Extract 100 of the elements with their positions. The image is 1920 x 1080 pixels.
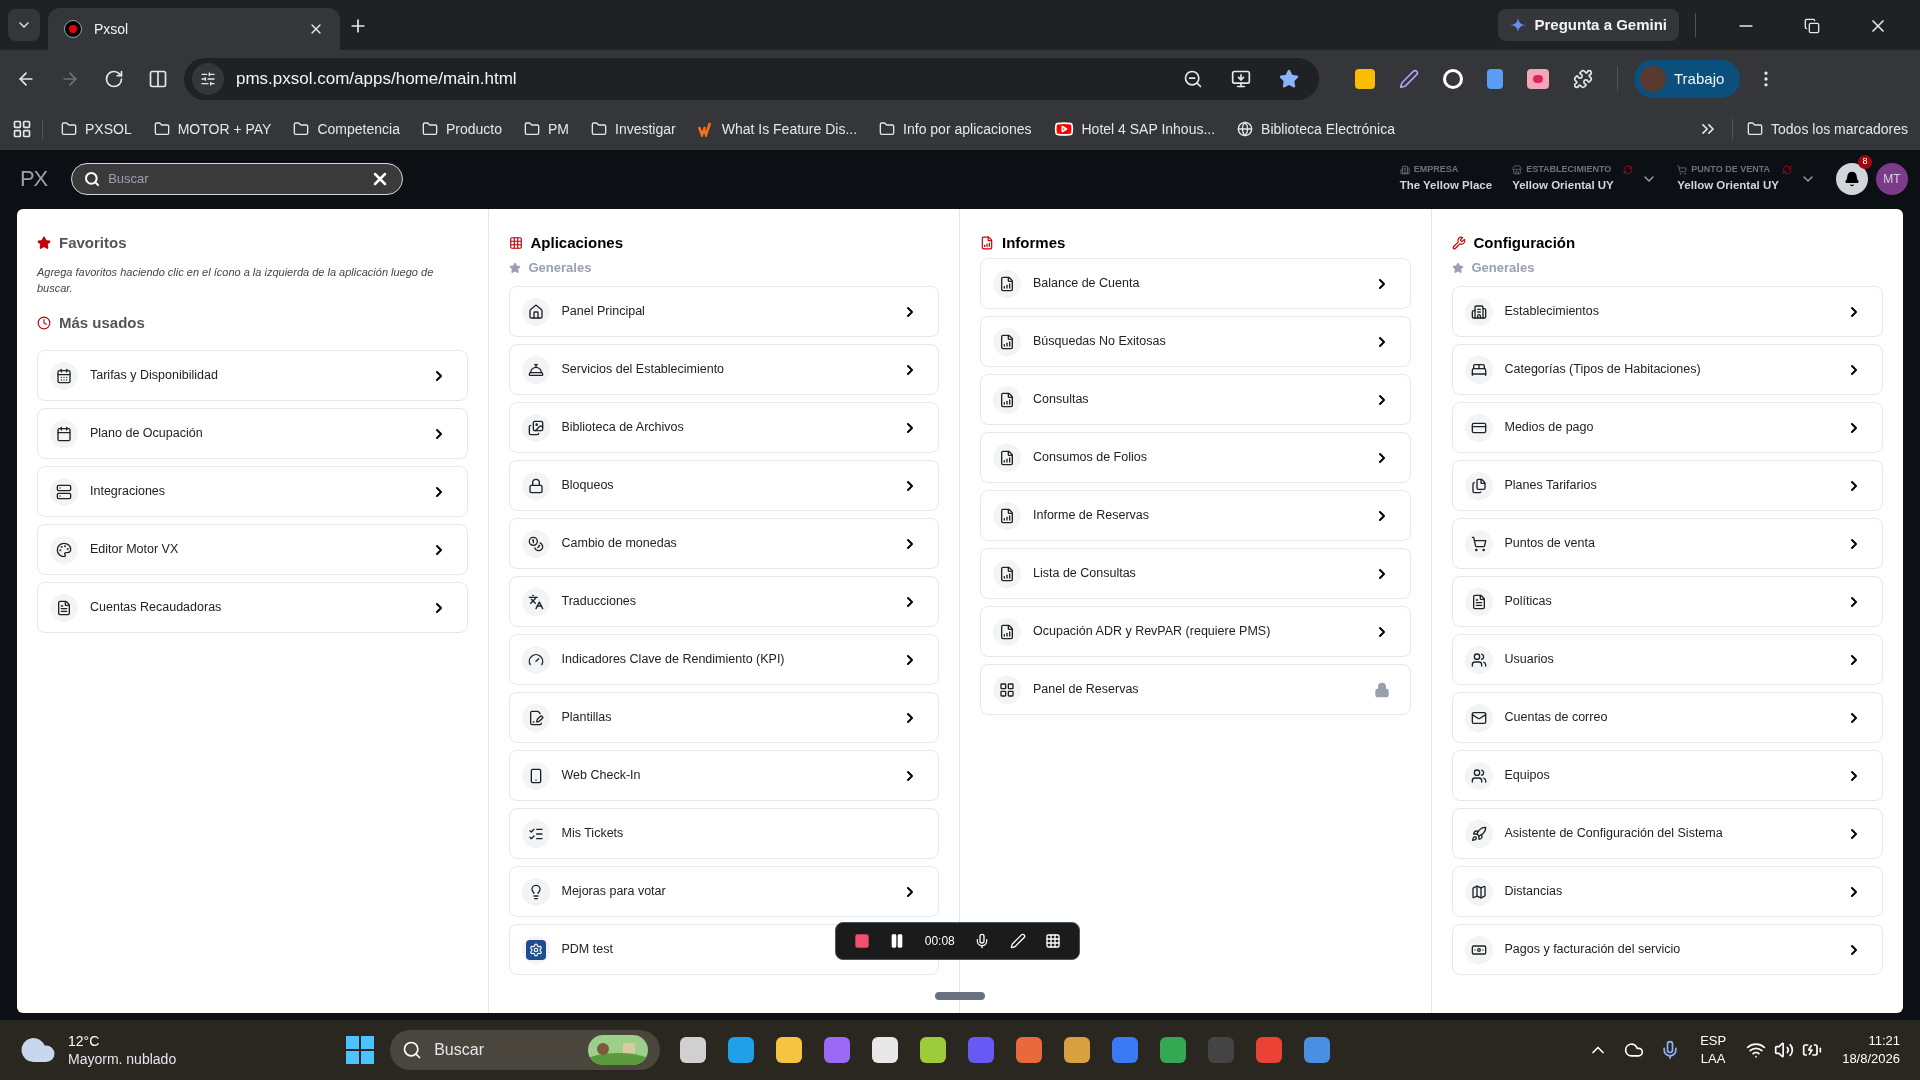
menu-item[interactable]: Asistente de Configuración del Sistema [1451,808,1883,859]
search-field[interactable]: Buscar [108,168,363,189]
app-icon[interactable] [872,1037,899,1063]
menu-item[interactable]: Pagos y facturación del servicio [1451,924,1883,975]
menu-item[interactable]: Bloqueos [508,460,939,511]
profile-button[interactable]: Trabajo [1634,60,1741,98]
palette-icon [56,541,72,558]
menu-item[interactable]: Integraciones [37,466,468,517]
bookmark[interactable]: Hotel 4 SAP Inhous... [1045,115,1224,143]
search-bar[interactable]: Buscar [71,162,404,195]
menu-item[interactable]: Categorías (Tipos de Habitaciones) [1451,344,1883,395]
item-label: Indicadores Clave de Rendimiento (KPI) [561,651,785,669]
bookmark[interactable]: PM [516,115,577,143]
grid-icon [508,236,523,250]
menu-item[interactable]: Tarifas y Disponibilidad [37,350,468,401]
menu-item[interactable]: Planes Tarifarios [1451,460,1883,511]
bookmark[interactable]: Todos los marcadores [1747,115,1908,143]
start-icon[interactable] [346,1036,375,1064]
menu-item[interactable]: Puntos de venta [1451,518,1883,569]
menu-item[interactable]: Distancias [1451,866,1883,917]
menu-item[interactable]: Panel de Reservas [980,664,1411,715]
split-view-icon[interactable] [148,69,168,89]
reload-icon[interactable] [104,69,124,89]
bookmark[interactable]: What Is Feature Dis... [689,115,866,143]
menu-item[interactable]: Biblioteca de Archivos [508,402,939,453]
app-icon[interactable] [680,1037,707,1063]
volume-icon[interactable] [1774,1040,1795,1060]
favorites-hint: Agrega favoritos haciendo clic en el ícono a la izquierda de la aplicación luego de buscar. [37,265,435,296]
app-icon[interactable] [1160,1037,1187,1063]
drag-handle[interactable] [935,992,985,1000]
site-settings-icon[interactable] [200,71,216,87]
stop-icon[interactable] [853,933,870,949]
menu-item[interactable]: Informe de Reservas [980,490,1411,541]
item-label: Mis Tickets [561,825,624,843]
menu-item[interactable]: Cambio de monedas [508,518,939,569]
switch-icon[interactable] [1623,164,1634,175]
menu-item[interactable]: Plantillas [508,692,939,743]
install-icon[interactable] [1231,69,1251,89]
menu-item[interactable]: Medios de pago [1451,402,1883,453]
tab-list-button[interactable] [8,9,40,41]
clock-time[interactable]: 11:21 [1868,1032,1900,1050]
cloud-icon[interactable] [1624,1040,1645,1060]
item-label: Plantillas [561,709,612,727]
app-icon[interactable] [728,1037,755,1063]
star-icon[interactable] [1279,69,1299,89]
notifications-button[interactable] [1836,162,1868,195]
gemini-button[interactable]: Pregunta a Gemini [1498,9,1679,41]
item-label: Consumos de Folios [1033,449,1147,467]
menu-item[interactable]: Panel Principal [508,286,939,337]
bookmark[interactable]: Info por aplicaciones [871,115,1040,143]
menu-item[interactable]: Consultas [980,374,1411,425]
taskbar-search-field[interactable]: Buscar [434,1038,577,1062]
folder-icon [1747,121,1764,137]
menu-item[interactable]: Políticas [1451,576,1883,627]
restore-icon[interactable] [1804,18,1820,34]
browser-tab[interactable]: Pxsol [48,8,340,50]
menu-item[interactable]: Usuarios [1451,634,1883,685]
bookmark[interactable]: Biblioteca Electrónica [1229,115,1403,143]
item-label: Cuentas Recaudadoras [90,599,222,617]
menu-item[interactable]: Mis Tickets [508,808,939,859]
zoom-out-icon[interactable] [1183,69,1203,89]
menu-item[interactable]: Lista de Consultas [980,548,1411,599]
menu-item[interactable]: Equipos [1451,750,1883,801]
blur-icon[interactable] [1045,933,1062,949]
taskbar-search-bar[interactable]: Buscar [390,1030,661,1070]
address-bar[interactable]: pms.pxsol.com/apps/home/main.html [184,58,1319,100]
user-avatar[interactable]: MT [1876,162,1908,195]
feather-icon[interactable] [1399,69,1419,89]
menu-item[interactable]: Traducciones [508,576,939,627]
apps-icon[interactable] [12,119,32,139]
app-icon[interactable] [920,1037,947,1063]
language-code[interactable]: ESP [1700,1032,1727,1050]
menu-item[interactable]: Indicadores Clave de Rendimiento (KPI) [508,634,939,685]
bookmark[interactable]: Investigar [583,115,684,143]
menu-item[interactable]: Web Check-In [508,750,939,801]
extension-icon[interactable] [1443,69,1463,89]
switch-icon[interactable] [1782,164,1792,175]
menu-item[interactable]: Balance de Cuenta [980,258,1411,309]
clock-date[interactable]: 18/8/2026 [1842,1050,1900,1068]
menu-item[interactable]: Servicios del Establecimiento [508,344,939,395]
bookmark[interactable]: MOTOR + PAY [145,115,280,143]
bookmark[interactable]: Competencia [285,115,408,143]
menu-item[interactable]: Mejoras para votar [508,866,939,917]
menu-item[interactable]: Ocupación ADR y RevPAR (requiere PMS) [980,606,1411,657]
pen-icon[interactable] [1009,933,1026,949]
menu-item[interactable]: Cuentas de correo [1451,692,1883,743]
wifi-icon[interactable] [1746,1040,1767,1060]
menu-item[interactable]: Establecimientos [1451,286,1883,337]
menu-item[interactable]: Plano de Ocupación [37,408,468,459]
clock-icon [37,316,51,330]
menu-item[interactable]: Editor Motor VX [37,524,468,575]
app-icon[interactable] [1064,1037,1091,1063]
menu-item[interactable]: Búsquedas No Exitosas [980,316,1411,367]
extensions-icon[interactable] [1573,69,1593,89]
app-icon[interactable] [776,1037,803,1063]
keyboard-layout[interactable]: LAA [1700,1050,1726,1068]
menu-item[interactable]: Consumos de Folios [980,432,1411,483]
bookmark[interactable]: PXSOL [53,115,140,143]
bookmark[interactable]: Producto [413,115,510,143]
menu-item[interactable]: Cuentas Recaudadoras [37,582,468,633]
